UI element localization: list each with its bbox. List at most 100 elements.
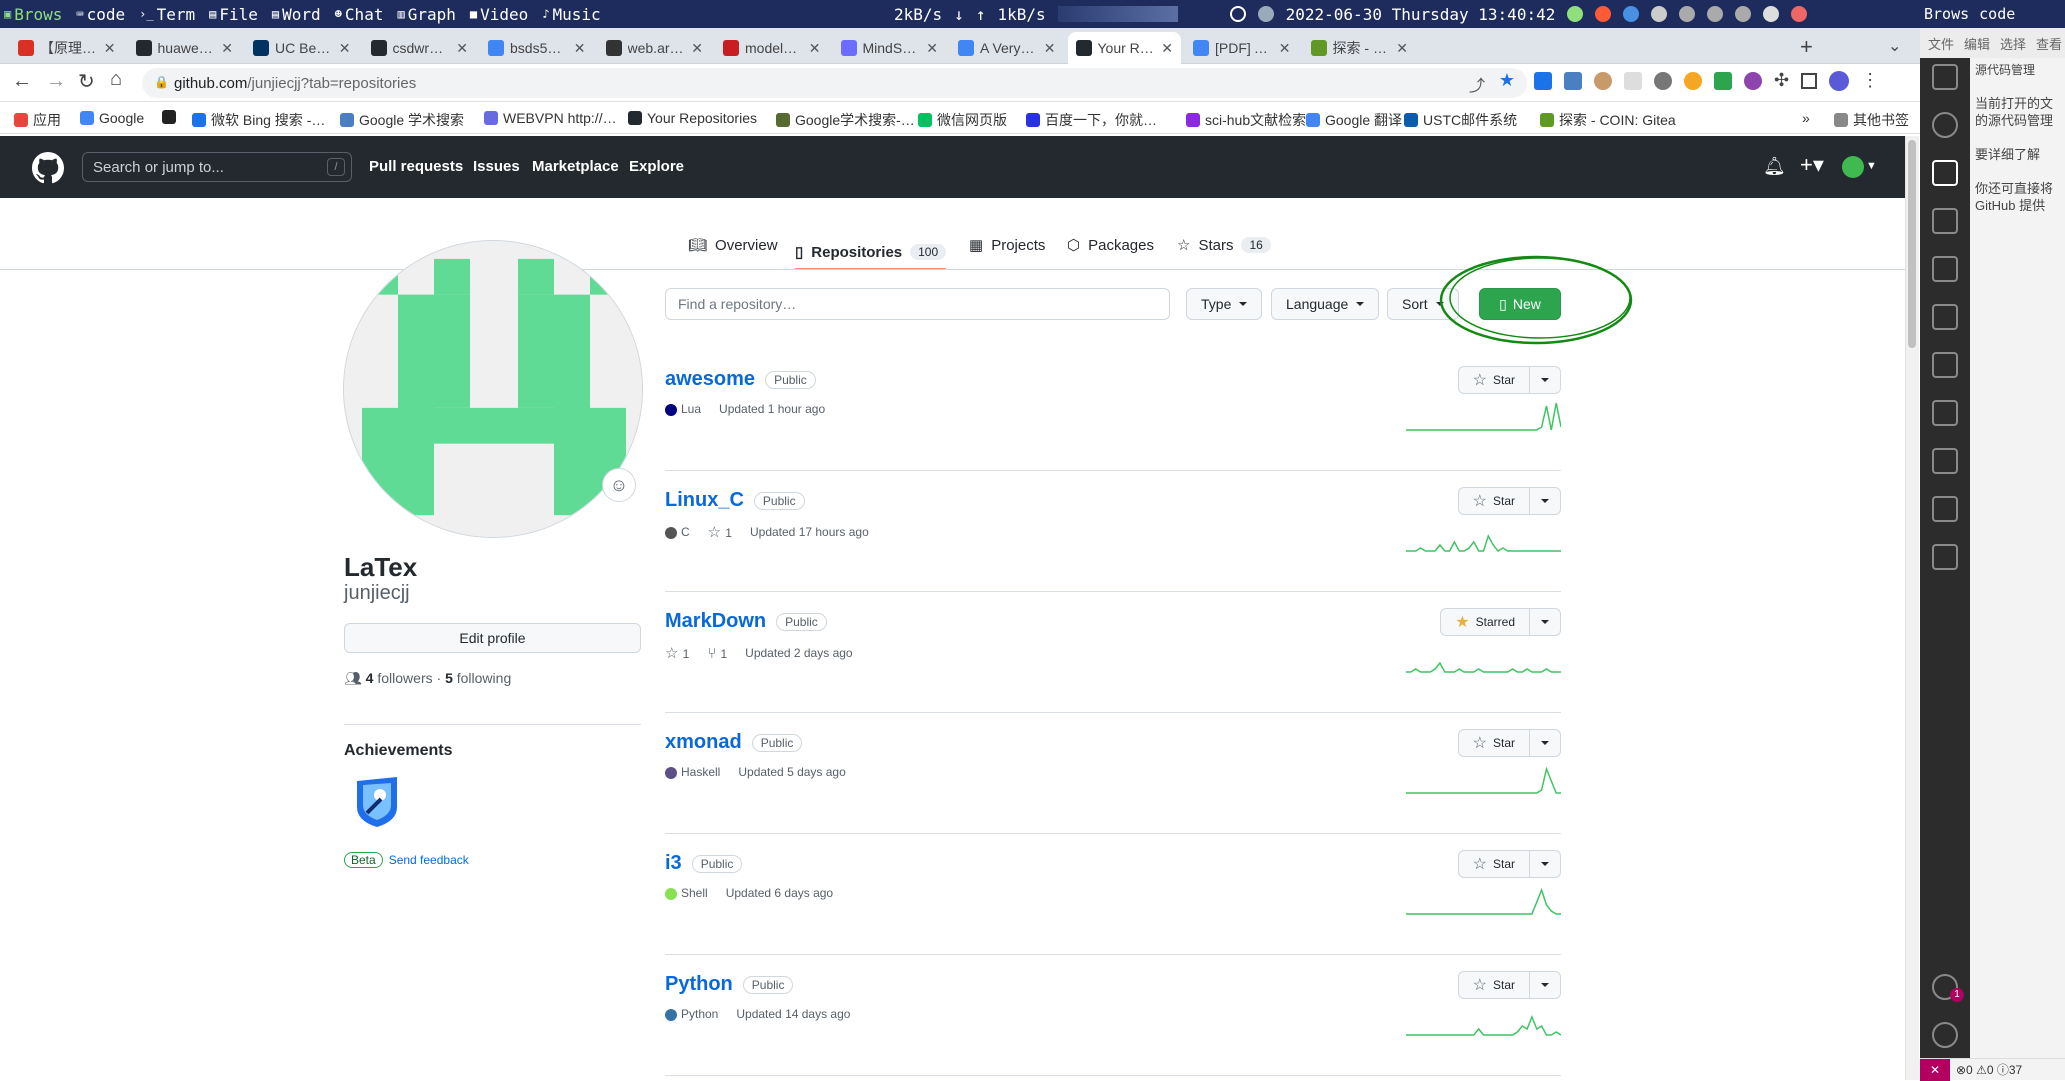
menu-edit[interactable]: 编辑 bbox=[1964, 34, 1990, 53]
browser-tab[interactable]: UC Berkeley C ✕ bbox=[245, 32, 359, 64]
source-control-icon[interactable] bbox=[1932, 160, 1958, 186]
forward-button[interactable]: → bbox=[46, 70, 66, 93]
send-feedback-link[interactable]: Send feedback bbox=[389, 853, 469, 867]
tab-close-icon[interactable]: ✕ bbox=[1044, 40, 1056, 57]
other-bookmarks-folder[interactable]: 其他书签 bbox=[1834, 110, 1909, 130]
repo-name-link[interactable]: i3 Public bbox=[665, 852, 743, 875]
star-list-dropdown[interactable] bbox=[1530, 488, 1560, 514]
search-icon[interactable] bbox=[1932, 112, 1958, 138]
extension-icon[interactable] bbox=[1714, 71, 1732, 90]
side-panel-icon[interactable] bbox=[1801, 72, 1818, 89]
browser-tab[interactable]: models: Mode ✕ bbox=[715, 32, 829, 64]
unstar-button[interactable]: ★ Starred bbox=[1441, 609, 1530, 635]
bookmark-item[interactable]: Google 学术搜索 bbox=[340, 110, 464, 130]
followers-count[interactable]: 4 bbox=[366, 670, 374, 686]
workspace-video[interactable]: ■ Video bbox=[470, 5, 528, 24]
tab-search-chevron-icon[interactable]: ⌄ bbox=[1888, 36, 1901, 56]
following-link[interactable]: following bbox=[457, 670, 511, 686]
extension-icon[interactable] bbox=[1594, 71, 1612, 90]
tab-close-icon[interactable]: ✕ bbox=[1396, 40, 1408, 57]
menu-selection[interactable]: 选择 bbox=[2000, 34, 2026, 53]
notification-icon[interactable] bbox=[1791, 6, 1808, 22]
browser-tab[interactable]: 探索 - COIN: G ✕ bbox=[1303, 32, 1417, 64]
profile-avatar-large[interactable] bbox=[343, 240, 643, 538]
nav-issues[interactable]: Issues bbox=[473, 158, 520, 175]
github-search-input[interactable]: Search or jump to... / bbox=[82, 152, 352, 182]
tab-close-icon[interactable]: ✕ bbox=[104, 40, 116, 57]
remote-indicator-icon[interactable]: ✕ bbox=[1920, 1058, 1950, 1081]
reload-button[interactable]: ↻ bbox=[78, 69, 95, 94]
repo-name-link[interactable]: Linux_C Public bbox=[665, 489, 805, 512]
tab-stars[interactable]: ☆ Stars 16 bbox=[1177, 236, 1271, 254]
nav-marketplace[interactable]: Marketplace bbox=[532, 158, 619, 175]
bookmark-star-icon[interactable]: ★ bbox=[1499, 70, 1515, 91]
bookmark-item[interactable]: WEBVPN http://… bbox=[484, 110, 617, 126]
git-graph-icon[interactable] bbox=[1932, 448, 1958, 474]
repo-name-link[interactable]: xmonad Public bbox=[665, 731, 803, 754]
extension-icon[interactable] bbox=[1744, 71, 1762, 90]
repo-name[interactable]: xmonad bbox=[665, 731, 742, 753]
tab-close-icon[interactable]: ✕ bbox=[339, 40, 351, 57]
repo-forks-link[interactable]: ⑂ 1 bbox=[707, 645, 727, 662]
share-icon[interactable]: ⤴ bbox=[1469, 72, 1485, 96]
browser-tab[interactable]: Your Repositor ✕ bbox=[1067, 32, 1181, 64]
tab-projects[interactable]: ▦ Projects bbox=[969, 236, 1045, 255]
chevron-down-icon[interactable]: ▼ bbox=[1866, 160, 1877, 172]
browser-tab[interactable]: csdwren/PReN ✕ bbox=[363, 32, 477, 64]
nav-pull-requests[interactable]: Pull requests bbox=[369, 158, 463, 175]
tab-close-icon[interactable]: ✕ bbox=[1279, 40, 1291, 57]
bookmark-item[interactable]: USTC邮件系统 bbox=[1404, 110, 1517, 130]
bookmark-item[interactable]: Google学术搜索-… bbox=[776, 110, 915, 130]
menu-kebab-icon[interactable]: ⋮ bbox=[1861, 70, 1879, 91]
star-list-dropdown[interactable] bbox=[1530, 730, 1560, 756]
tab-repositories[interactable]: ▯ Repositories 100 bbox=[795, 236, 947, 270]
bookmark-item[interactable]: Google bbox=[80, 110, 144, 126]
workspace-graph[interactable]: ▥ Graph bbox=[397, 5, 455, 24]
workspace-code[interactable]: ⌨ code bbox=[76, 5, 125, 24]
browser-tab[interactable]: MindSpore官方 ✕ bbox=[833, 32, 947, 64]
star-button[interactable]: ☆ Star bbox=[1459, 488, 1530, 514]
user-avatar[interactable] bbox=[1842, 156, 1864, 178]
browser-tab[interactable]: 【原理+源码详 ✕ bbox=[10, 32, 124, 64]
problems-status[interactable]: ⊗0 ⚠0 ⓘ37 bbox=[1956, 1061, 2022, 1078]
run-debug-icon[interactable] bbox=[1932, 208, 1958, 234]
repo-name-link[interactable]: Python Public bbox=[665, 973, 794, 996]
bookmark-item[interactable] bbox=[162, 110, 181, 124]
browser-tab[interactable]: A Very Brief In ✕ bbox=[950, 32, 1064, 64]
bookmarks-icon[interactable] bbox=[1932, 352, 1958, 378]
set-status-smiley-icon[interactable]: ☺ bbox=[602, 468, 636, 502]
bookmark-item[interactable]: 百度一下，你就… bbox=[1026, 110, 1157, 130]
tab-close-icon[interactable]: ✕ bbox=[221, 40, 233, 57]
scrollbar-thumb[interactable] bbox=[1908, 140, 1916, 348]
language-filter-dropdown[interactable]: Language bbox=[1271, 288, 1380, 320]
tab-overview[interactable]: 📖︎ Overview bbox=[688, 236, 778, 255]
test-icon[interactable] bbox=[1932, 544, 1958, 570]
docker-icon[interactable] bbox=[1932, 496, 1958, 522]
repo-name-link[interactable]: MarkDown Public bbox=[665, 610, 827, 633]
star-button[interactable]: ☆ Star bbox=[1459, 851, 1530, 877]
following-count[interactable]: 5 bbox=[445, 670, 453, 686]
bookmark-item[interactable]: sci-hub文献检索 bbox=[1186, 110, 1306, 130]
nav-explore[interactable]: Explore bbox=[629, 158, 684, 175]
extensions-puzzle-icon[interactable]: ✣ bbox=[1774, 70, 1789, 91]
extension-icon[interactable] bbox=[1534, 71, 1552, 90]
back-button[interactable]: ← bbox=[12, 70, 32, 93]
tray-app-icon[interactable] bbox=[1567, 6, 1584, 22]
workspace-file[interactable]: ▤ File bbox=[209, 5, 258, 24]
browser-tab[interactable]: [PDF] A Very B ✕ bbox=[1185, 32, 1299, 64]
bell-icon[interactable]: 🔔︎ bbox=[1763, 156, 1786, 177]
repo-name[interactable]: Linux_C bbox=[665, 489, 744, 511]
settings-gear-icon[interactable] bbox=[1932, 1022, 1958, 1048]
tab-close-icon[interactable]: ✕ bbox=[1161, 40, 1173, 57]
github-logo-icon[interactable] bbox=[32, 152, 64, 184]
battery-icon[interactable] bbox=[1651, 6, 1668, 22]
browser-tab[interactable]: huawei-noah ✕ bbox=[128, 32, 242, 64]
new-tab-button[interactable]: + bbox=[1800, 34, 1813, 60]
browser-tab[interactable]: web.archive.or ✕ bbox=[598, 32, 712, 64]
extensions-icon[interactable] bbox=[1932, 304, 1958, 330]
star-button[interactable]: ☆ Star bbox=[1459, 972, 1530, 998]
remote-explorer-icon[interactable] bbox=[1932, 256, 1958, 282]
media-icon[interactable] bbox=[1257, 6, 1274, 22]
star-list-dropdown[interactable] bbox=[1530, 367, 1560, 393]
repo-name[interactable]: MarkDown bbox=[665, 610, 766, 632]
